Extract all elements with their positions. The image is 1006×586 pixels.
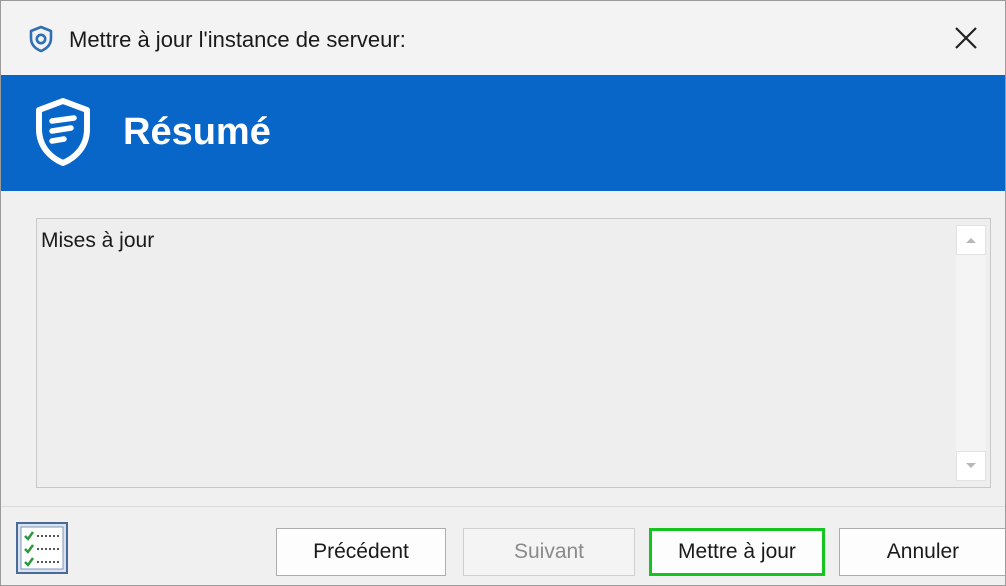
dialog-window: Mettre à jour l'instance de serveur: Rés… (0, 0, 1006, 586)
next-button[interactable]: Suivant (463, 528, 635, 576)
summary-text: Mises à jour (41, 229, 155, 252)
title-bar: Mettre à jour l'instance de serveur: (1, 1, 1005, 75)
arrow-up-icon (966, 238, 976, 243)
shield-icon (29, 25, 53, 53)
page-title: Résumé (123, 111, 271, 153)
footer-divider (1, 506, 1005, 507)
header-banner: Résumé (1, 75, 1005, 191)
update-button[interactable]: Mettre à jour (649, 528, 825, 576)
arrow-down-icon (966, 463, 976, 468)
log-button[interactable] (15, 521, 69, 575)
previous-button[interactable]: Précédent (276, 528, 446, 576)
vertical-scrollbar[interactable] (956, 225, 988, 481)
close-button[interactable] (941, 13, 991, 63)
summary-textbox[interactable]: Mises à jour (36, 218, 991, 488)
window-title: Mettre à jour l'instance de serveur: (69, 27, 406, 52)
cancel-button[interactable]: Annuler (839, 528, 1005, 576)
scroll-up-button[interactable] (956, 225, 986, 255)
scroll-down-button[interactable] (956, 451, 986, 481)
close-icon (955, 27, 977, 49)
shield-icon (36, 98, 90, 166)
checklist-icon (16, 522, 68, 574)
scroll-track[interactable] (956, 255, 986, 451)
